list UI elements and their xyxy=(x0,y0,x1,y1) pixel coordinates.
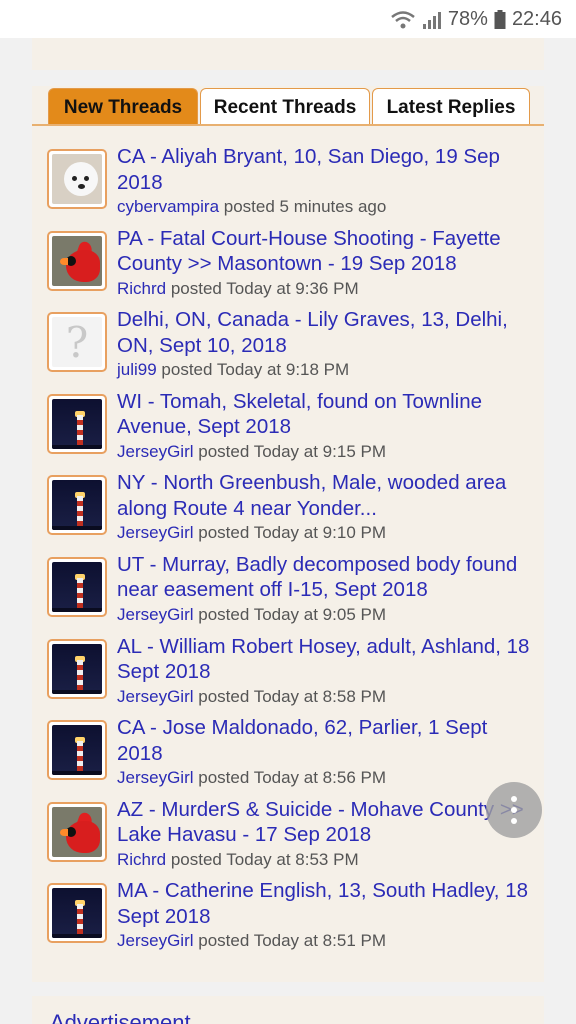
lighthouse-avatar-icon xyxy=(52,480,102,531)
thread-meta: Richrd posted Today at 9:36 PM xyxy=(117,279,359,299)
battery-icon xyxy=(494,9,506,30)
list-item[interactable]: UT - Murray, Badly decomposed body found… xyxy=(32,552,544,634)
thread-time: posted Today at 8:58 PM xyxy=(193,686,386,706)
thread-title[interactable]: CA - Aliyah Bryant, 10, San Diego, 19 Se… xyxy=(117,144,537,195)
thread-meta: JerseyGirl posted Today at 8:51 PM xyxy=(117,931,386,951)
thread-title[interactable]: CA - Jose Maldonado, 62, Parlier, 1 Sept… xyxy=(117,715,537,766)
thread-time: posted Today at 8:53 PM xyxy=(166,849,359,869)
thread-title[interactable]: AZ - MurderS & Suicide - Mohave County >… xyxy=(117,797,537,848)
thread-meta: cybervampira posted 5 minutes ago xyxy=(117,197,386,217)
top-card xyxy=(32,38,544,70)
avatar[interactable] xyxy=(47,475,107,536)
list-item[interactable]: AL - William Robert Hosey, adult, Ashlan… xyxy=(32,634,544,716)
thread-author[interactable]: Richrd xyxy=(117,850,166,869)
thread-meta: JerseyGirl posted Today at 9:10 PM xyxy=(117,523,386,543)
tab-new-threads[interactable]: New Threads xyxy=(48,88,198,126)
avatar[interactable] xyxy=(47,149,107,209)
dot-icon xyxy=(511,818,517,824)
list-item[interactable]: CA - Aliyah Bryant, 10, San Diego, 19 Se… xyxy=(32,144,544,226)
signal-icon xyxy=(422,10,442,30)
thread-time: posted Today at 9:10 PM xyxy=(193,523,386,543)
thread-tabs: New Threads Recent Threads Latest Replie… xyxy=(48,88,532,126)
more-options-button[interactable] xyxy=(486,782,542,838)
list-item[interactable]: ? Delhi, ON, Canada - Lily Graves, 13, D… xyxy=(32,307,544,389)
thread-title[interactable]: MA - Catherine English, 13, South Hadley… xyxy=(117,878,537,929)
cardinal-avatar-icon xyxy=(52,806,102,857)
cardinal-avatar-icon xyxy=(52,235,102,286)
tab-recent-threads[interactable]: Recent Threads xyxy=(200,88,370,126)
avatar[interactable] xyxy=(47,883,107,944)
lighthouse-avatar-icon xyxy=(52,398,102,449)
thread-time: posted Today at 8:51 PM xyxy=(193,931,386,951)
thread-title[interactable]: Delhi, ON, Canada - Lily Graves, 13, Del… xyxy=(117,307,537,358)
thread-time: posted Today at 9:18 PM xyxy=(156,360,350,380)
thread-meta: juli99 posted Today at 9:18 PM xyxy=(117,360,349,380)
thread-meta: Richrd posted Today at 8:53 PM xyxy=(117,850,359,870)
list-item[interactable]: AZ - MurderS & Suicide - Mohave County >… xyxy=(32,797,544,879)
thread-title[interactable]: PA - Fatal Court-House Shooting - Fayett… xyxy=(117,226,537,277)
avatar[interactable] xyxy=(47,638,107,699)
dot-icon xyxy=(511,796,517,802)
status-icons: 78% 22:46 xyxy=(390,8,562,31)
thread-time: posted Today at 9:15 PM xyxy=(193,441,386,461)
thread-time: posted Today at 8:56 PM xyxy=(193,768,386,788)
thread-author[interactable]: JerseyGirl xyxy=(117,687,194,706)
thread-list: CA - Aliyah Bryant, 10, San Diego, 19 Se… xyxy=(32,144,544,960)
thread-meta: JerseyGirl posted Today at 8:56 PM xyxy=(117,768,386,788)
avatar[interactable] xyxy=(47,556,107,617)
list-item[interactable]: WI - Tomah, Skeletal, found on Townline … xyxy=(32,389,544,471)
thread-author[interactable]: juli99 xyxy=(117,360,157,379)
dog-avatar-icon xyxy=(52,154,102,204)
advertisement-label: Advertisement xyxy=(50,1010,191,1024)
thread-author[interactable]: JerseyGirl xyxy=(117,442,194,461)
avatar[interactable] xyxy=(47,801,107,862)
thread-author[interactable]: JerseyGirl xyxy=(117,523,194,542)
lighthouse-avatar-icon xyxy=(52,888,102,939)
wifi-icon xyxy=(390,10,416,30)
avatar[interactable]: ? xyxy=(47,312,107,373)
thread-meta: JerseyGirl posted Today at 9:15 PM xyxy=(117,442,386,462)
tab-latest-replies[interactable]: Latest Replies xyxy=(372,88,530,126)
thread-time: posted 5 minutes ago xyxy=(219,197,387,216)
lighthouse-avatar-icon xyxy=(52,725,102,776)
list-item[interactable]: PA - Fatal Court-House Shooting - Fayett… xyxy=(32,226,544,308)
avatar[interactable] xyxy=(47,230,107,291)
thread-title[interactable]: NY - North Greenbush, Male, wooded area … xyxy=(117,470,537,521)
list-item[interactable]: MA - Catherine English, 13, South Hadley… xyxy=(32,878,544,960)
threads-panel: New Threads Recent Threads Latest Replie… xyxy=(32,86,544,982)
thread-author[interactable]: Richrd xyxy=(117,279,166,298)
thread-title[interactable]: UT - Murray, Badly decomposed body found… xyxy=(117,552,537,603)
unknown-avatar-icon: ? xyxy=(52,317,102,368)
list-item[interactable]: NY - North Greenbush, Male, wooded area … xyxy=(32,470,544,552)
avatar[interactable] xyxy=(47,720,107,781)
status-bar: 78% 22:46 xyxy=(0,0,576,38)
thread-author[interactable]: JerseyGirl xyxy=(117,768,194,787)
thread-author[interactable]: cybervampira xyxy=(117,197,219,216)
thread-title[interactable]: WI - Tomah, Skeletal, found on Townline … xyxy=(117,389,537,440)
lighthouse-avatar-icon xyxy=(52,643,102,694)
tab-underline xyxy=(32,124,544,126)
advertisement-card: Advertisement xyxy=(32,996,544,1024)
dot-icon xyxy=(511,807,517,813)
thread-time: posted Today at 9:05 PM xyxy=(193,604,386,624)
thread-meta: JerseyGirl posted Today at 9:05 PM xyxy=(117,605,386,625)
thread-title[interactable]: AL - William Robert Hosey, adult, Ashlan… xyxy=(117,634,537,685)
avatar[interactable] xyxy=(47,393,107,454)
thread-author[interactable]: JerseyGirl xyxy=(117,931,194,950)
lighthouse-avatar-icon xyxy=(52,561,102,612)
thread-time: posted Today at 9:36 PM xyxy=(166,278,359,298)
battery-percent: 78% xyxy=(447,8,488,30)
thread-meta: JerseyGirl posted Today at 8:58 PM xyxy=(117,687,386,707)
thread-author[interactable]: JerseyGirl xyxy=(117,605,194,624)
clock: 22:46 xyxy=(511,8,562,30)
list-item[interactable]: CA - Jose Maldonado, 62, Parlier, 1 Sept… xyxy=(32,715,544,797)
